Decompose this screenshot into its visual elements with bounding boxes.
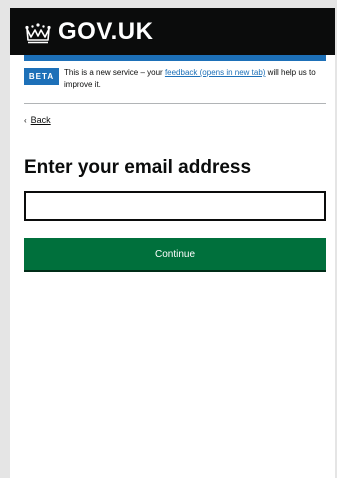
govuk-header: GOV.UK xyxy=(10,8,335,55)
govuk-logo-link[interactable]: GOV.UK xyxy=(23,19,153,45)
email-input[interactable] xyxy=(24,191,326,221)
govuk-logo-text: GOV.UK xyxy=(58,18,154,45)
browser-viewport: GOV.UK BETA This is a new service – your… xyxy=(10,8,335,478)
chevron-left-icon: ‹ xyxy=(24,115,27,125)
feedback-link[interactable]: feedback (opens in new tab) xyxy=(165,68,266,77)
page-title: Enter your email address xyxy=(24,157,252,178)
header-accent-bar xyxy=(24,55,326,61)
continue-button[interactable]: Continue xyxy=(24,238,326,270)
back-link-label: Back xyxy=(30,115,51,125)
back-link[interactable]: ‹ Back xyxy=(24,115,51,125)
phase-tag: BETA xyxy=(24,68,59,85)
phase-banner: BETA This is a new service – your feedba… xyxy=(24,67,326,104)
phase-banner-text: This is a new service – your feedback (o… xyxy=(64,67,326,91)
phase-banner-text-before: This is a new service – your xyxy=(64,68,165,77)
crown-icon xyxy=(25,23,51,44)
